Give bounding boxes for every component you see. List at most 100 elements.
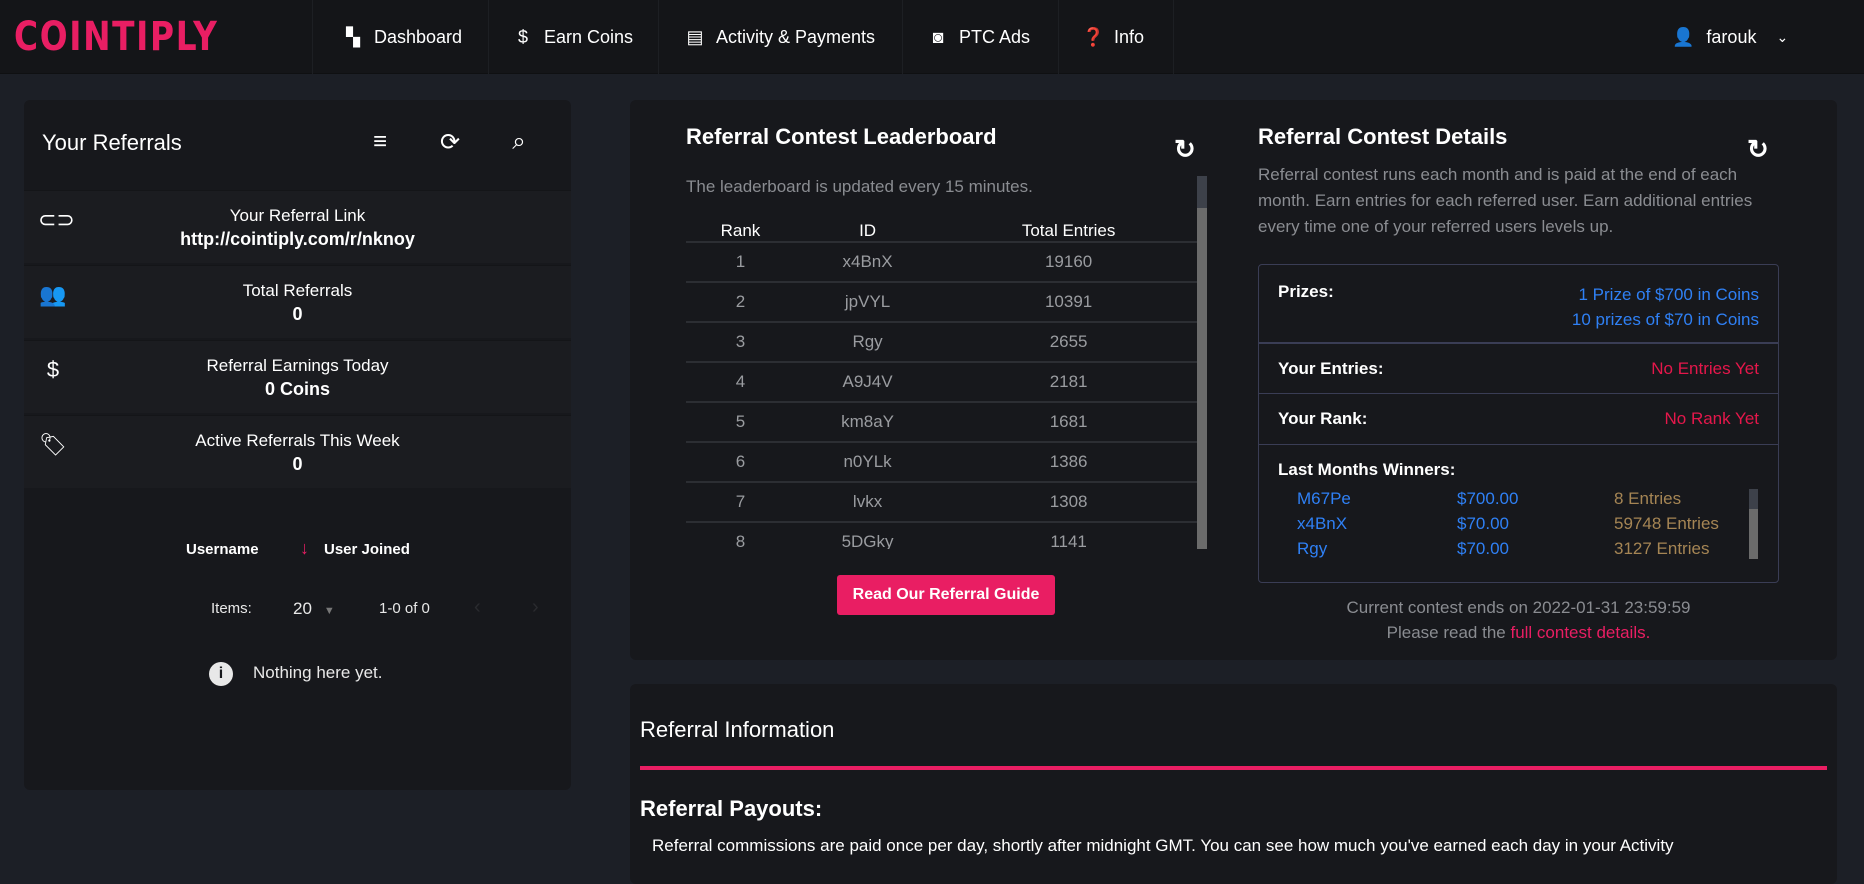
cell-id: 5DGky — [794, 522, 941, 549]
rank-row: Your Rank: No Rank Yet — [1259, 394, 1778, 445]
leaderboard-subtitle: The leaderboard is updated every 15 minu… — [686, 177, 1033, 196]
nav-label: Activity & Payments — [716, 26, 876, 47]
header-id: ID — [794, 203, 941, 243]
user-menu[interactable]: 👤 farouk ⌄ — [1672, 0, 1788, 74]
nav-divider — [312, 0, 313, 74]
stat-total-referrals: 👥 Total Referrals 0 — [24, 265, 571, 338]
search-icon[interactable]: ⌕ — [503, 128, 535, 160]
nav-label: PTC Ads — [959, 26, 1031, 47]
nav-divider — [1173, 0, 1174, 74]
referral-information-card: Referral Information Referral Payouts: R… — [630, 684, 1837, 884]
stat-earnings-today: $ Referral Earnings Today 0 Coins — [24, 340, 571, 413]
entries-value: No Entries Yet — [1651, 359, 1759, 378]
refresh-details-icon[interactable]: ↻ — [1747, 134, 1769, 165]
cell-entries: 1141 — [940, 522, 1197, 549]
cell-entries: 2181 — [940, 362, 1197, 403]
cell-rank: 1 — [686, 242, 795, 283]
rank-value: No Rank Yet — [1664, 409, 1759, 428]
stat-label: Your Referral Link — [229, 206, 366, 225]
nav-label: Earn Coins — [544, 26, 634, 47]
column-username[interactable]: Username — [186, 541, 259, 558]
info-title: Referral Information — [640, 717, 835, 742]
referral-link[interactable]: http://cointiply.com/r/nknoy — [24, 229, 571, 250]
cell-entries: 2655 — [940, 322, 1197, 363]
winners-label: Last Months Winners: — [1278, 460, 1456, 479]
leaderboard-scrollbar[interactable] — [1197, 176, 1207, 549]
stat-value: 0 — [292, 454, 303, 474]
cell-rank: 5 — [686, 402, 795, 443]
table-row: 6 n0YLk 1386 — [686, 442, 1197, 483]
prizes-list: 1 Prize of $700 in Coins 10 prizes of $70… — [1572, 282, 1759, 332]
sync-icon[interactable]: ⟳ — [434, 128, 466, 160]
table-row: 3 Rgy 2655 — [686, 322, 1197, 363]
prizes-label: Prizes: — [1278, 282, 1334, 301]
nav-info[interactable]: ❓ Info — [1082, 0, 1144, 74]
payouts-title: Referral Payouts: — [640, 796, 823, 821]
stat-value: 0 Coins — [264, 379, 330, 399]
nav-divider — [902, 0, 903, 74]
winner-id[interactable]: Rgy — [1297, 539, 1327, 559]
nav-activity-payments[interactable]: ▤ Activity & Payments — [684, 0, 875, 74]
table-row: 2 jpVYL 10391 — [686, 282, 1197, 323]
cell-id: km8aY — [794, 402, 941, 443]
prize-item: 1 Prize of $700 in Coins — [1578, 285, 1760, 304]
dropdown-arrow-icon: ▼ — [323, 605, 335, 617]
details-title: Referral Contest Details — [1258, 124, 1508, 149]
nav-ptc-ads[interactable]: ◙ PTC Ads — [927, 0, 1030, 74]
filter-icon[interactable]: ≡ — [364, 128, 396, 160]
nav-dashboard[interactable]: ▚ Dashboard — [342, 0, 462, 74]
full-contest-details-link[interactable]: full contest details. — [1510, 623, 1650, 642]
nav-divider — [658, 0, 659, 74]
winner-entries: 8 Entries — [1614, 489, 1682, 508]
cell-rank: 4 — [686, 362, 795, 403]
page-range: 1-0 of 0 — [379, 600, 430, 617]
empty-message: Nothing here yet. — [253, 663, 383, 682]
table-row: 4 A9J4V 2181 — [686, 362, 1197, 403]
search-box-icon: ◙ — [932, 26, 944, 47]
list-icon: ▤ — [686, 26, 704, 47]
winner-prize: $70.00 — [1457, 514, 1509, 533]
cointiply-logo[interactable]: COINTIPLY — [14, 14, 219, 60]
scrollbar-thumb[interactable] — [1749, 489, 1758, 509]
header-total-entries: Total Entries — [940, 203, 1197, 243]
referral-guide-button[interactable]: Read Our Referral Guide — [837, 575, 1055, 615]
stat-label: Referral Earnings Today — [206, 356, 389, 375]
scrollbar-thumb[interactable] — [1197, 176, 1207, 208]
table-row: 1 x4BnX 19160 — [686, 242, 1197, 283]
winner-id[interactable]: M67Pe — [1297, 489, 1351, 509]
refresh-leaderboard-icon[interactable]: ↻ — [1174, 134, 1196, 165]
table-row: 7 lvkx 1308 — [686, 482, 1197, 523]
column-user-joined[interactable]: User Joined — [324, 541, 410, 558]
contest-details-box: Prizes: 1 Prize of $700 in Coins 10 prize… — [1258, 264, 1779, 583]
winner-prize: $70.00 — [1457, 539, 1509, 558]
divider — [640, 766, 1827, 770]
winner-id[interactable]: x4BnX — [1297, 514, 1347, 534]
arrow-down-icon[interactable]: ↓ — [300, 538, 309, 559]
cell-id: x4BnX — [794, 242, 941, 283]
stat-label: Active Referrals This Week — [195, 431, 400, 450]
prev-page-icon[interactable]: ‹ — [474, 596, 481, 619]
cell-entries: 1681 — [940, 402, 1197, 443]
cell-entries: 19160 — [940, 242, 1197, 283]
entries-row: Your Entries: No Entries Yet — [1259, 344, 1778, 394]
contest-description: Referral contest runs each month and is … — [1258, 165, 1753, 236]
next-page-icon[interactable]: › — [532, 596, 539, 619]
leaderboard-table[interactable]: The leaderboard is updated every 15 minu… — [686, 176, 1197, 549]
cell-rank: 3 — [686, 322, 795, 363]
dollar-icon: $ — [517, 26, 528, 47]
cell-entries: 1386 — [940, 442, 1197, 483]
panel-title: Your Referrals — [42, 130, 182, 155]
cell-id: lvkx — [794, 482, 941, 523]
stat-referral-link: ⊂⊃ Your Referral Link http://cointiply.com… — [24, 190, 571, 263]
nav-divider — [488, 0, 489, 74]
stat-value: 0 — [292, 304, 303, 324]
table-row: 8 5DGky 1141 — [686, 522, 1197, 549]
question-icon: ❓ — [1082, 26, 1105, 47]
nav-earn-coins[interactable]: $ Earn Coins — [512, 0, 633, 74]
cell-rank: 8 — [686, 522, 795, 549]
table-header: Rank ID Total Entries — [686, 203, 1197, 243]
winner-prize: $700.00 — [1457, 489, 1519, 508]
items-per-page-select[interactable]: 20 ▼ — [293, 599, 335, 619]
per-page-value: 20 — [293, 599, 312, 618]
info-icon: i — [209, 662, 233, 686]
